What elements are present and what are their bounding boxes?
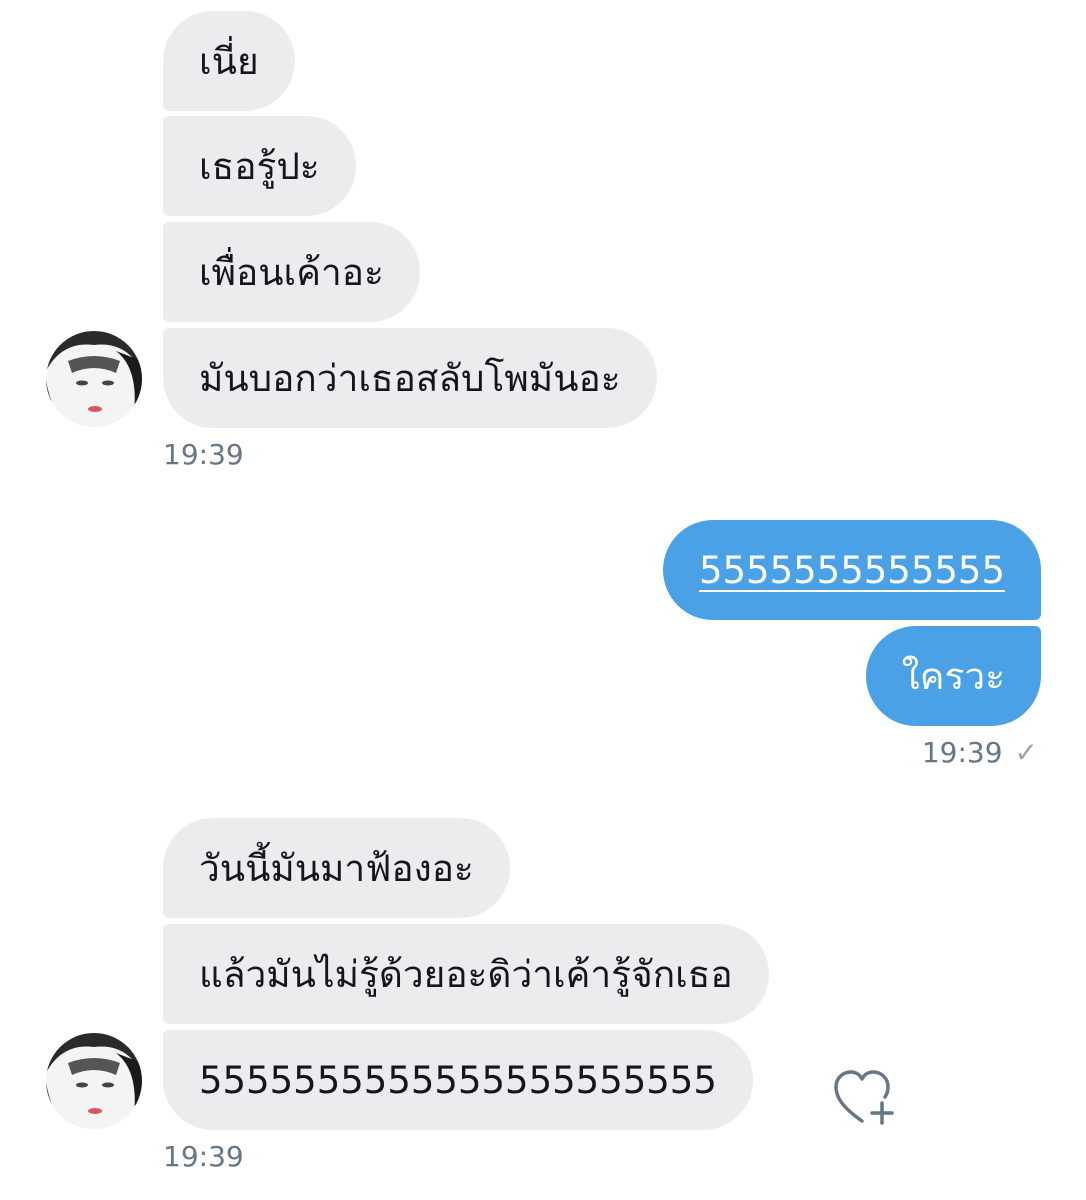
check-icon: ✓ [1014, 736, 1038, 769]
timestamp: 19:39 [163, 1140, 244, 1173]
incoming-message-bubble[interactable]: มันบอกว่าเธอสลับโพมันอะ [163, 328, 657, 428]
avatar-image [46, 1033, 142, 1129]
message-text: วันนี้มันมาฟ้องอะ [199, 846, 474, 890]
timestamp: 19:39 [921, 736, 1003, 769]
message-text[interactable]: 5555555555555 [699, 549, 1005, 592]
incoming-message-bubble[interactable]: แล้วมันไม่รู้ด้วยอะดิว่าเค้ารู้จักเธอ [163, 924, 769, 1024]
message-text: แล้วมันไม่รู้ด้วยอะดิว่าเค้ารู้จักเธอ [199, 952, 733, 996]
incoming-message-bubble[interactable]: วันนี้มันมาฟ้องอะ [163, 818, 510, 918]
message-text: เพื่อนเค้าอะ [199, 250, 384, 294]
avatar[interactable] [46, 331, 142, 427]
outgoing-message-bubble[interactable]: ใครวะ [865, 626, 1041, 726]
incoming-message-bubble[interactable]: เธอรู้ปะ [163, 116, 356, 216]
incoming-message-bubble[interactable]: 5555555555555555555555 [163, 1030, 753, 1130]
message-text: 5555555555555555555555 [199, 1058, 717, 1102]
message-text: ใครวะ [901, 654, 1005, 698]
avatar[interactable] [46, 1033, 142, 1129]
message-text: เธอรู้ปะ [199, 144, 320, 188]
message-status: 19:39 ✓ [922, 736, 1038, 769]
message-text: เนี่ย [199, 39, 259, 83]
incoming-message-bubble[interactable]: เนี่ย [163, 11, 295, 111]
timestamp: 19:39 [163, 438, 244, 471]
outgoing-message-bubble[interactable]: 5555555555555 [662, 520, 1041, 620]
incoming-message-bubble[interactable]: เพื่อนเค้าอะ [163, 222, 420, 322]
message-text: มันบอกว่าเธอสลับโพมันอะ [199, 356, 621, 400]
avatar-image [46, 331, 142, 427]
heart-plus-icon[interactable] [832, 1067, 898, 1127]
